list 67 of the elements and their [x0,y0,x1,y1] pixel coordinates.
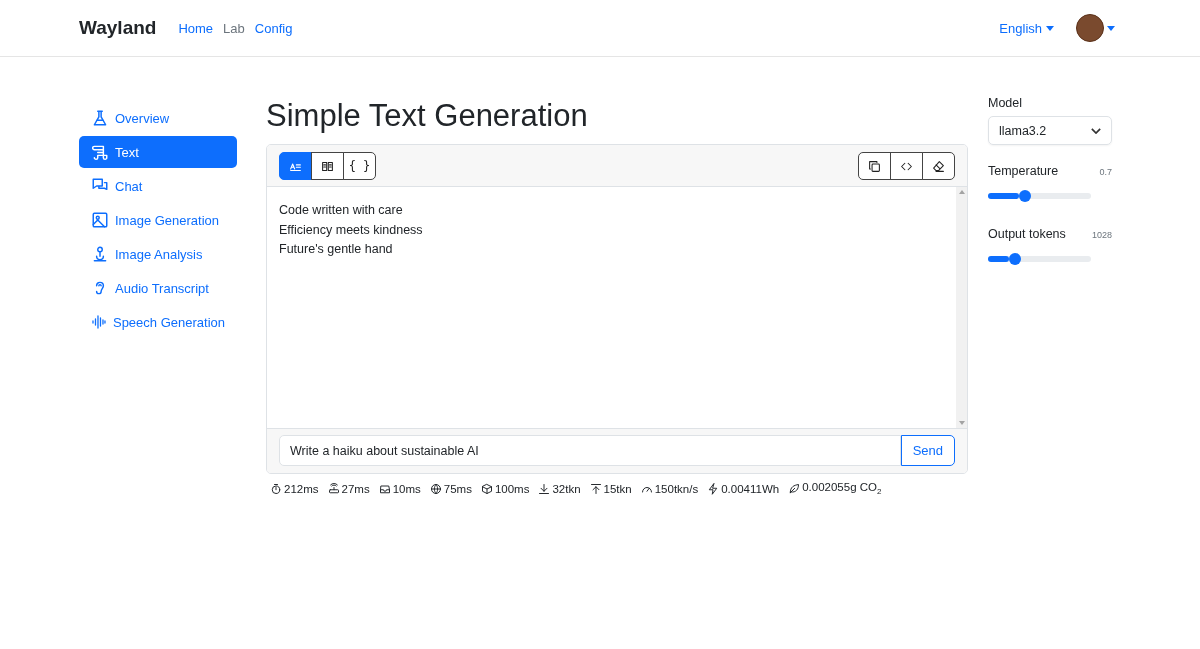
output-line: Future's gentle hand [279,241,394,258]
slider-label: Temperature [988,164,1059,178]
metric-value: 10ms [392,482,421,495]
output-line: Code written with care [279,202,404,219]
flask-icon [91,109,109,127]
brand-name[interactable]: Wayland [79,17,157,39]
copy-icon [868,159,881,173]
sidebar-item[interactable]: Text [79,136,237,168]
nav-link[interactable]: Config [254,20,293,36]
view-toggle-button[interactable] [279,152,312,180]
view-toggle-button[interactable] [311,152,344,180]
metric-value: 100ms [494,482,530,495]
slider-track[interactable] [988,193,1091,199]
lightning-icon [707,482,720,495]
braces-icon: { } [348,159,371,173]
slider-thumb[interactable] [1019,190,1032,202]
user-menu[interactable] [1076,14,1115,42]
metric-value: 0.002055g CO$_{2}$ [802,481,882,497]
stopwatch-icon [270,482,282,495]
sidebar-item[interactable]: Image Generation [79,204,237,236]
sidebar-item[interactable]: Image Analysis [79,238,237,270]
metric-value: 212ms [284,482,319,495]
metric-value: 150tkn/s [654,482,699,495]
send-button[interactable]: Send [900,435,955,466]
toolbar-button[interactable] [922,152,955,180]
scrollbar[interactable] [956,187,967,428]
sidebar-item[interactable]: Audio Transcript [79,272,237,304]
eraser-icon [932,159,945,173]
sidebar-item[interactable]: Overview [79,102,237,134]
prompt-field[interactable]: Write a haiku about sustainable AI [279,435,901,466]
model-select[interactable]: llama3.2 [988,116,1112,145]
slider-fill [988,256,1009,262]
download-icon [538,482,551,495]
globe-icon [429,482,442,495]
sound-wave-icon [91,313,107,331]
page-title: Simple Text Generation [266,97,589,135]
slider-fill [988,193,1020,199]
slider-reading: 0.7 [1099,167,1112,177]
metric-value: 0.00411Wh [721,482,780,495]
view-toggle-button[interactable]: { } [343,152,376,180]
metric-value: 75ms [443,482,472,495]
slider-reading: 1028 [1091,230,1112,240]
book-icon [321,159,334,173]
language-dropdown[interactable]: English [999,20,1054,36]
toolbar-button[interactable] [858,152,891,180]
toolbar-button[interactable] [890,152,923,180]
nav-link[interactable]: Lab [223,20,245,36]
slider-thumb[interactable] [1008,253,1021,265]
slider-track[interactable] [988,256,1091,262]
image-icon [91,211,109,229]
router-icon [327,482,340,495]
metric-value: 27ms [341,482,370,495]
microscope-icon [91,245,109,263]
slider-label: Output tokens [988,227,1066,241]
sidebar-item[interactable]: Speech Generation [79,306,237,338]
inbox-icon [378,482,391,495]
output-line: Efficiency meets kindness [279,221,424,239]
metric-value: 15tkn [603,482,632,495]
scroll-icon [91,143,109,161]
nav-link[interactable]: Home [178,20,214,36]
box-icon [480,482,493,495]
leaf-icon [788,482,801,495]
upload-icon [589,482,602,495]
metric-value: 32tkn [552,482,581,495]
model-label: Model [988,96,1024,110]
chevron-down-icon [1091,127,1101,134]
sidebar-item[interactable]: Chat [79,170,237,202]
